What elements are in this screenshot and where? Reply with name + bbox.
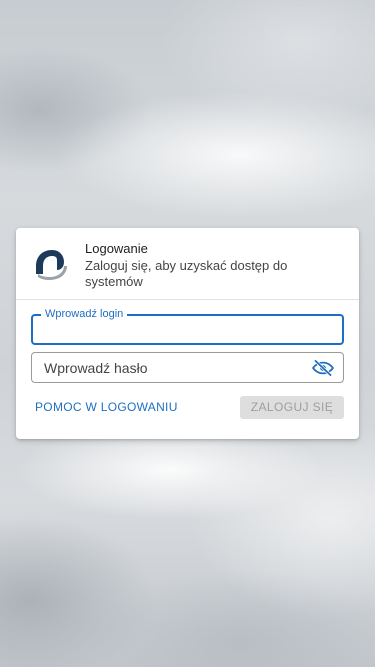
login-field[interactable]: Wprowadź login: [31, 307, 344, 345]
password-input[interactable]: [44, 353, 314, 382]
password-field[interactable]: [31, 352, 344, 383]
login-card-header: Logowanie Zaloguj się, aby uzyskać dostę…: [16, 228, 359, 300]
page-subtitle: Zaloguj się, aby uzyskać dostęp do syste…: [85, 258, 288, 289]
login-input[interactable]: [43, 316, 313, 343]
page-title: Logowanie: [85, 241, 148, 256]
brand-logo-icon: [36, 250, 67, 280]
login-help-link[interactable]: POMOC W LOGOWANIU: [35, 400, 178, 414]
login-card: Logowanie Zaloguj się, aby uzyskać dostę…: [16, 228, 359, 439]
login-button[interactable]: ZALOGUJ SIĘ: [240, 396, 344, 419]
eye-off-icon[interactable]: [312, 359, 334, 377]
